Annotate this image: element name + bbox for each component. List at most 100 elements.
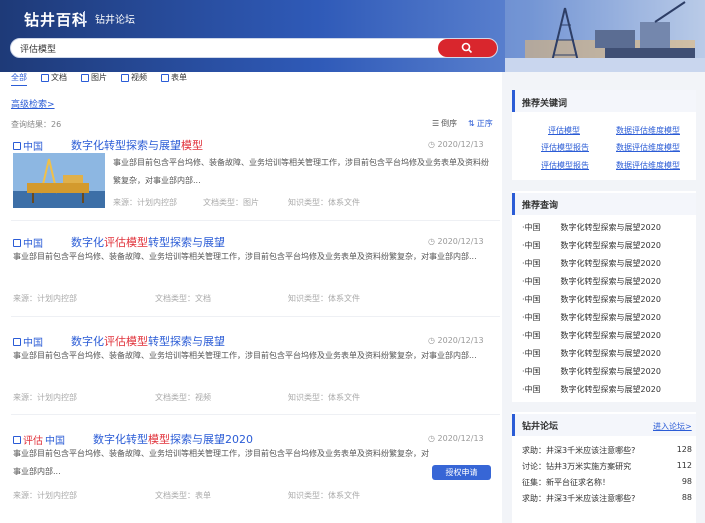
tab-all[interactable]: 全部: [11, 72, 27, 83]
recommend-item-text: 数字化转型探索与展望2020: [560, 259, 661, 268]
forum-thread-link[interactable]: 讨论：钻井3万米实施方案研究: [522, 461, 631, 472]
search-icon[interactable]: [461, 42, 473, 54]
sort-desc-icon: ☰: [432, 119, 440, 128]
keyword-link[interactable]: 数据评估维度模型: [616, 142, 680, 153]
search-input-value[interactable]: 评估模型: [20, 42, 56, 55]
recommend-item-text: 数字化转型探索与展望2020: [560, 331, 661, 340]
tab-video-label: 视频: [131, 73, 147, 82]
document-icon: [13, 238, 21, 247]
tab-form-label: 表单: [171, 73, 187, 82]
result-2-knowledge-type: 知识类型：体系文件: [288, 294, 360, 303]
recommend-item[interactable]: ·中国 数字化转型探索与展望2020: [522, 222, 661, 233]
result-4-knowledge-type: 知识类型：体系文件: [288, 491, 360, 500]
keyword-link[interactable]: 评估模型报告: [541, 142, 589, 153]
recommend-item[interactable]: ·中国 数字化转型探索与展望2020: [522, 366, 661, 377]
keyword-link[interactable]: 评估模型报告: [541, 160, 589, 171]
recommend-item[interactable]: ·中国 数字化转型探索与展望2020: [522, 240, 661, 251]
sort-asc-button[interactable]: ⇅ 正序: [468, 118, 493, 129]
result-3-source: 来源：计划内控部: [13, 393, 77, 402]
recommend-item-prefix: 中国: [524, 241, 541, 250]
result-1-title-highlight: 模型: [181, 139, 203, 152]
recommend-item-prefix: 中国: [524, 367, 541, 376]
forum-thread-count: 88: [681, 493, 692, 502]
result-4-source: 来源：计划内控部: [13, 491, 77, 500]
result-1-thumbnail[interactable]: [13, 153, 105, 208]
recommend-item-prefix: 中国: [524, 223, 541, 232]
result-1-date-text: 2020/12/13: [437, 140, 484, 149]
result-1-description: 事业部目前包含平台坞修、装备故障、业务培训等相关管理工作，涉目前包含平台坞修及业…: [113, 158, 489, 185]
recommend-item[interactable]: ·中国 数字化转型探索与展望2020: [522, 258, 661, 269]
forum-thread-count: 112: [676, 461, 692, 470]
sort-asc-icon: ⇅: [468, 119, 475, 128]
result-1-prefix[interactable]: 中国: [13, 138, 43, 153]
recommend-panel-title: 推荐查询: [522, 201, 559, 211]
recommend-item-text: 数字化转型探索与展望2020: [560, 367, 661, 376]
search-input[interactable]: [10, 38, 498, 58]
tab-form[interactable]: 表单: [161, 72, 187, 83]
recommend-item-prefix: 中国: [524, 331, 541, 340]
result-4-doc-type: 文档类型：表单: [155, 491, 211, 500]
video-icon: [13, 337, 21, 346]
advanced-search-link[interactable]: 高级检索>: [11, 97, 55, 110]
brand-logo[interactable]: 钻井百科: [24, 9, 88, 30]
result-2-date: ◷ 2020/12/13: [428, 237, 484, 246]
recommend-item[interactable]: ·中国 数字化转型探索与展望2020: [522, 348, 661, 359]
tab-image-label: 图片: [91, 73, 107, 82]
result-1-knowledge-type: 知识类型：体系文件: [288, 198, 360, 207]
forum-panel-title: 钻井论坛: [522, 422, 559, 432]
result-1-doc-type: 文档类型：图片: [203, 198, 259, 207]
form-icon: [161, 73, 169, 82]
recommend-item-prefix: 中国: [524, 277, 541, 286]
result-1-title[interactable]: 数字化转型探索与展望模型: [71, 137, 203, 153]
recommend-item-prefix: 中国: [524, 313, 541, 322]
forum-nav-link[interactable]: 钻井论坛: [95, 11, 135, 26]
recommend-item-prefix: 中国: [524, 385, 541, 394]
recommend-item[interactable]: ·中国 数字化转型探索与展望2020: [522, 330, 661, 341]
recommend-item[interactable]: ·中国 数字化转型探索与展望2020: [522, 312, 661, 323]
result-2-doc-type: 文档类型：文档: [155, 294, 211, 303]
result-1-prefix-text: 中国: [23, 142, 43, 153]
recommend-item-prefix: 中国: [524, 349, 541, 358]
keywords-panel-title: 推荐关键词: [522, 99, 568, 109]
recommend-item-text: 数字化转型探索与展望2020: [560, 313, 661, 322]
recommend-item[interactable]: ·中国 数字化转型探索与展望2020: [522, 294, 661, 305]
forum-thread-count: 128: [676, 445, 692, 454]
sort-desc-label: 倒序: [441, 119, 458, 128]
sort-desc-button[interactable]: ☰ 倒序: [432, 118, 457, 129]
recommend-item[interactable]: ·中国 数字化转型探索与展望2020: [522, 384, 661, 395]
apply-authorization-button[interactable]: 授权申请: [432, 465, 491, 480]
recommend-item-prefix: 中国: [524, 259, 541, 268]
forum-thread-link[interactable]: 求助：井深3千米应该注意哪些?: [522, 445, 635, 456]
keyword-link[interactable]: 评估模型: [548, 125, 580, 136]
recommend-item[interactable]: ·中国 数字化转型探索与展望2020: [522, 276, 661, 287]
tab-document-label: 文档: [51, 73, 67, 82]
recommend-item-text: 数字化转型探索与展望2020: [560, 241, 661, 250]
forum-thread-link[interactable]: 征集：新平台征求名称！: [522, 477, 610, 488]
result-2-source: 来源：计划内控部: [13, 294, 77, 303]
result-count: 查询结果：26: [11, 120, 62, 129]
result-3-description: 事业部目前包含平台坞修、装备故障、业务培训等相关管理工作，涉目前包含平台坞修及业…: [13, 351, 477, 360]
recommend-item-text: 数字化转型探索与展望2020: [560, 277, 661, 286]
recommend-item-text: 数字化转型探索与展望2020: [560, 223, 661, 232]
drilling-rig-banner-image: [505, 0, 705, 72]
form-icon: [13, 435, 21, 444]
tab-document[interactable]: 文档: [41, 72, 67, 83]
recommend-item-text: 数字化转型探索与展望2020: [560, 349, 661, 358]
result-1-source: 来源：计划内控部: [113, 198, 177, 207]
result-4-description: 事业部目前包含平台坞修、装备故障、业务培训等相关管理工作，涉目前包含平台坞修及业…: [13, 449, 429, 476]
forum-thread-link[interactable]: 求助：井深3千米应该注意哪些?: [522, 493, 635, 504]
keyword-link[interactable]: 数据评估维度模型: [616, 125, 680, 136]
document-icon: [41, 73, 49, 82]
keyword-link[interactable]: 数据评估维度模型: [616, 160, 680, 171]
header-divider: [84, 11, 85, 25]
result-divider: [11, 414, 500, 415]
result-3-doc-type: 文档类型：视频: [155, 393, 211, 402]
sort-asc-label: 正序: [476, 119, 493, 128]
tab-image[interactable]: 图片: [81, 72, 107, 83]
result-3-date: ◷ 2020/12/13: [428, 336, 484, 345]
image-icon: [81, 73, 89, 82]
tab-video[interactable]: 视频: [121, 72, 147, 83]
enter-forum-link[interactable]: 进入论坛>: [653, 421, 692, 432]
result-3-knowledge-type: 知识类型：体系文件: [288, 393, 360, 402]
tab-all-label: 全部: [11, 73, 27, 82]
